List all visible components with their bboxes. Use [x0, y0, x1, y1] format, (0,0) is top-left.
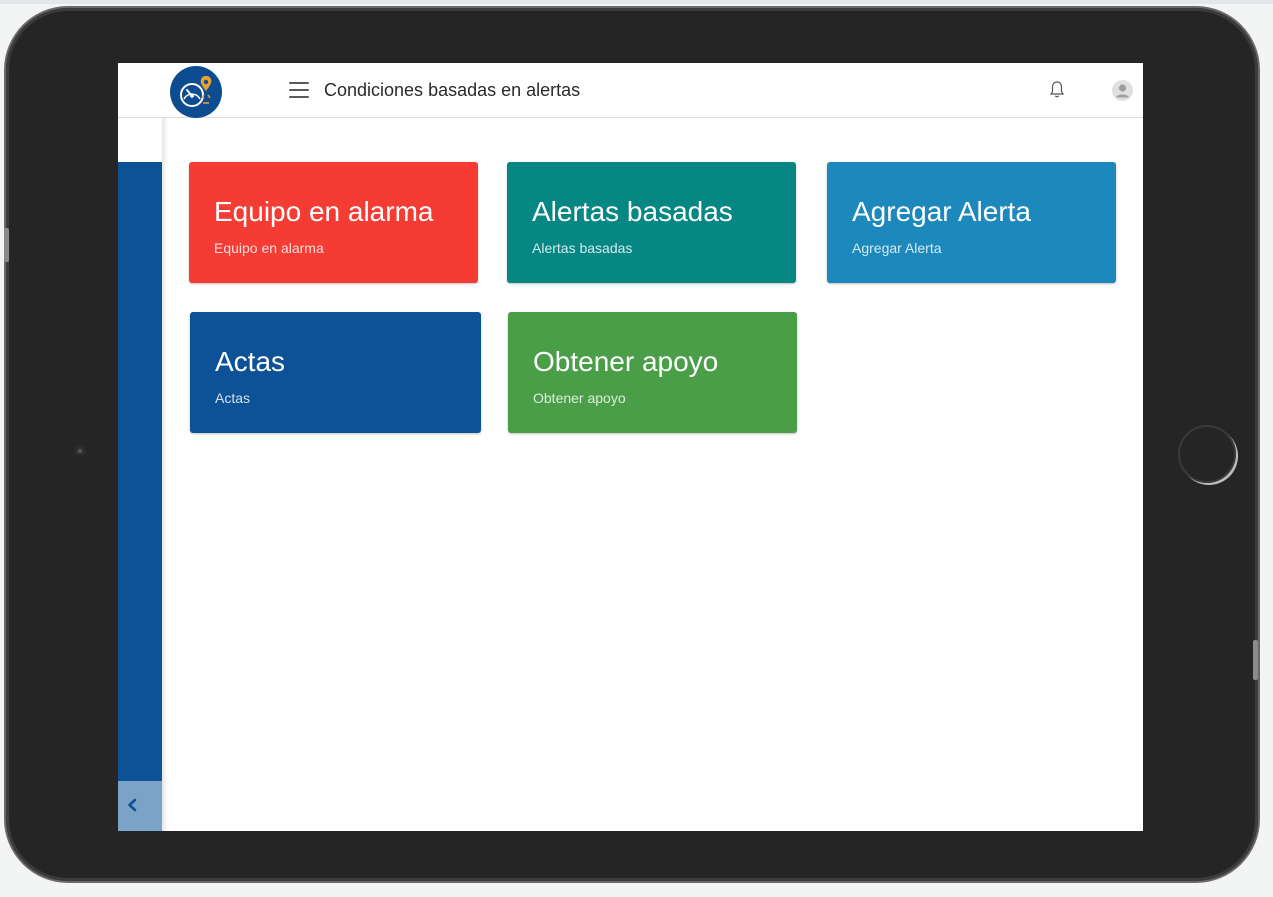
- tablet-side-button: [1253, 640, 1258, 680]
- card-actas[interactable]: Actas Actas: [190, 312, 481, 433]
- logo[interactable]: [170, 66, 222, 118]
- hamburger-menu-icon[interactable]: [289, 82, 309, 98]
- card-title: Obtener apoyo: [533, 346, 719, 377]
- browser-top-strip: [0, 0, 1273, 4]
- card-subtitle: Agregar Alerta: [852, 240, 942, 256]
- page-title: Condiciones basadas en alertas: [324, 80, 581, 100]
- gauge-location-logo-icon: [180, 76, 212, 107]
- card-title: Equipo en alarma: [214, 196, 434, 227]
- card-subtitle: Actas: [215, 390, 251, 406]
- sidebar-divider: [162, 118, 168, 831]
- chevron-left-icon: [128, 798, 137, 812]
- card-subtitle: Equipo en alarma: [214, 240, 324, 256]
- card-agregar-alerta[interactable]: Agregar Alerta Agregar Alerta: [827, 162, 1116, 283]
- card-title: Actas: [215, 346, 286, 377]
- card-obtener-apoyo[interactable]: Obtener apoyo Obtener apoyo: [508, 312, 797, 433]
- card-subtitle: Alertas basadas: [532, 240, 633, 256]
- card-subtitle: Obtener apoyo: [533, 390, 626, 406]
- home-button: [1178, 425, 1236, 483]
- sidebar: [118, 162, 162, 831]
- card-title: Agregar Alerta: [852, 196, 1031, 227]
- bell-icon[interactable]: [1048, 80, 1066, 100]
- user-avatar-icon[interactable]: [1112, 80, 1133, 101]
- tablet-side-button: [4, 228, 9, 262]
- sidebar-collapse-button[interactable]: [118, 781, 162, 831]
- app-screen: Condiciones basadas en alertas Equipo en…: [118, 63, 1143, 831]
- app-header: Condiciones basadas en alertas: [118, 63, 1143, 118]
- card-alertas-basadas[interactable]: Alertas basadas Alertas basadas: [507, 162, 796, 283]
- card-title: Alertas basadas: [532, 196, 733, 227]
- card-equipo-en-alarma[interactable]: Equipo en alarma Equipo en alarma: [189, 162, 478, 283]
- camera-icon: [74, 445, 86, 457]
